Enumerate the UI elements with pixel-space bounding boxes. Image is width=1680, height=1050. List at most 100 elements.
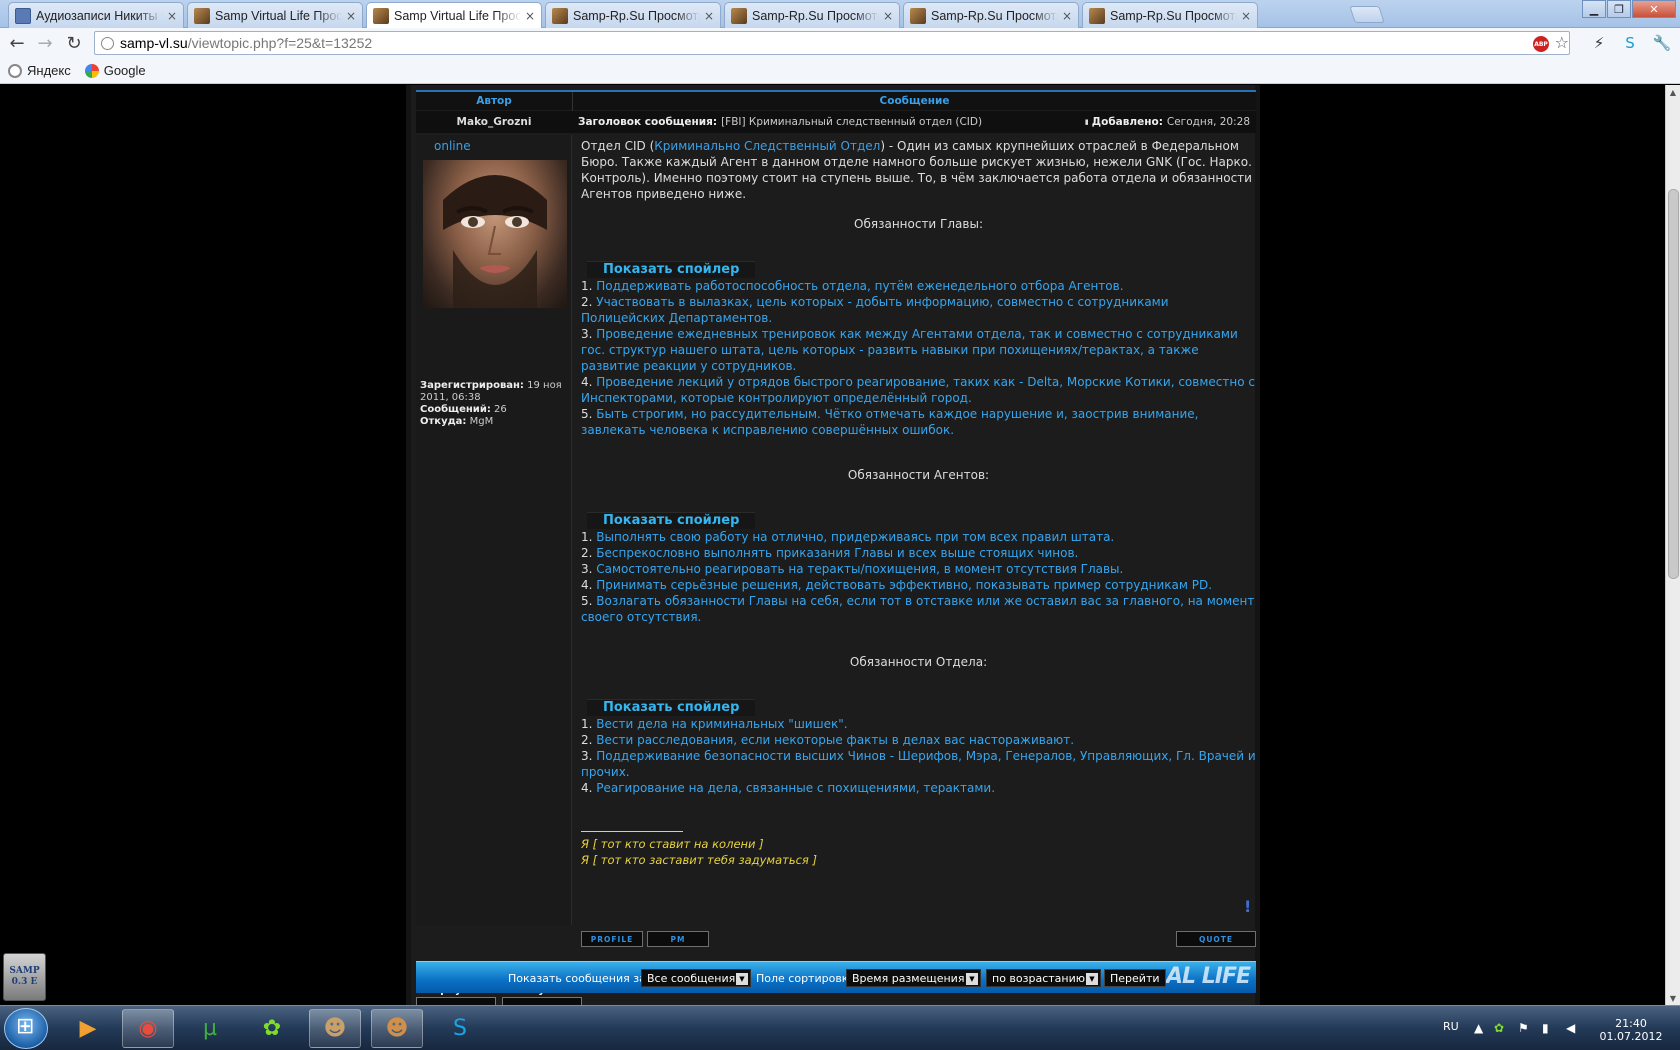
duties-list: 1. Выполнять свою работу на отлично, при… <box>581 529 1256 625</box>
show-messages-select[interactable]: Все сообщения ▼ <box>641 969 751 987</box>
tab-samp-rp-2[interactable]: Samp-Rp.Su Просмотр ф × <box>724 2 900 28</box>
go-button[interactable]: Перейти <box>1104 969 1166 987</box>
chevron-down-icon: ▼ <box>1086 973 1098 985</box>
profile-button[interactable]: PROFILE <box>581 931 643 947</box>
volume-icon[interactable]: ◀ <box>1566 1021 1575 1035</box>
action-center-icon[interactable]: ⚑ <box>1518 1021 1529 1035</box>
icq-icon[interactable]: ✿ <box>246 1009 298 1048</box>
samp-favicon-icon <box>1089 7 1105 24</box>
spoiler-row: Показать спойлер <box>581 512 1256 529</box>
sort-order-select[interactable]: по возрастанию ▼ <box>986 969 1101 987</box>
wrench-menu-icon[interactable]: 🔧 <box>1652 33 1672 53</box>
registered-label: Зарегистрирован: <box>420 380 524 391</box>
bookmark-label: Яндекс <box>27 63 71 78</box>
show-hidden-icons-icon[interactable]: ▲ <box>1474 1021 1483 1035</box>
tab-close-icon[interactable]: × <box>883 9 893 23</box>
bookmark-star-icon[interactable]: ☆ <box>1555 33 1569 52</box>
forward-arrow-icon[interactable]: → <box>34 32 56 54</box>
tab-close-icon[interactable]: × <box>167 9 177 23</box>
post-date: ▮ Добавлено: Сегодня, 20:28 <box>1085 111 1250 133</box>
samp-favicon-icon <box>552 7 568 24</box>
vertical-scrollbar[interactable]: ▲ ▼ <box>1665 85 1680 1005</box>
section-title: Обязанности Отдела: <box>849 655 988 669</box>
column-message: Сообщение <box>879 95 950 107</box>
intro-link[interactable]: Криминально Следственный Отдел <box>654 139 880 153</box>
post-reply-button[interactable] <box>502 997 582 1005</box>
samp-favicon-icon <box>910 7 926 24</box>
close-window-button[interactable]: ✕ <box>1632 0 1676 18</box>
tab-label: Samp-Rp.Su Просмотр ф <box>573 8 700 23</box>
show-spoiler-button[interactable]: Показать спойлер <box>587 512 756 529</box>
list-item: 5. Быть строгим, но рассудительным. Чётк… <box>581 407 1199 437</box>
chrome-icon[interactable]: ◉ <box>122 1009 174 1048</box>
tab-close-icon[interactable]: × <box>1241 9 1251 23</box>
tab-close-icon[interactable]: × <box>1062 9 1072 23</box>
tab-close-icon[interactable]: × <box>704 9 714 23</box>
samp-app-icon[interactable]: ☻ <box>309 1009 361 1048</box>
tab-close-icon[interactable]: × <box>346 9 356 23</box>
gta-app-icon[interactable]: ☻ <box>371 1009 423 1048</box>
post-author[interactable]: Mako_Grozni <box>416 111 572 133</box>
maximize-button[interactable]: ❐ <box>1607 0 1631 18</box>
media-player-icon[interactable]: ▶ <box>62 1009 114 1048</box>
tab-label: Samp-Rp.Su Просмотр ф <box>752 8 879 23</box>
bookmark-yandex[interactable]: Яндекс <box>8 63 71 78</box>
samp-client-badge[interactable]: SAMP 0.3 E <box>3 953 46 1001</box>
quote-button[interactable]: QUOTE <box>1176 931 1256 947</box>
browser-toolbar: ← → ↻ samp-vl.su/viewtopic.php?f=25&t=13… <box>0 28 1680 58</box>
skype-extension-icon[interactable]: S <box>1620 33 1640 53</box>
section-title: Обязанности Главы: <box>854 217 983 231</box>
new-tab-button[interactable] <box>1349 6 1385 23</box>
show-spoiler-button[interactable]: Показать спойлер <box>587 261 756 278</box>
tab-vk-audio[interactable]: Аудиозаписи Никиты Фо × <box>8 2 184 28</box>
post-intro: Отдел CID (Криминально Следственный Отде… <box>581 138 1256 202</box>
forum-inner: Автор Сообщение Mako_Grozni Заголовок со… <box>411 85 1256 1005</box>
list-item-text: Принимать серьёзные решения, действовать… <box>596 578 1213 592</box>
list-item-text: Участвовать в вылазках, цель которых - д… <box>581 295 1169 325</box>
tab-samp-vl-active[interactable]: Samp Virtual Life Просмот × <box>366 2 542 29</box>
tab-samp-rp-3[interactable]: Samp-Rp.Su Просмотр ф × <box>903 2 1079 28</box>
new-topic-button[interactable] <box>416 997 496 1005</box>
bookmark-google[interactable]: Google <box>84 63 146 78</box>
chevron-down-icon: ▼ <box>736 973 748 985</box>
skype-icon[interactable]: S <box>434 1009 486 1048</box>
start-button[interactable] <box>4 1008 48 1049</box>
report-post-icon[interactable]: ! <box>1244 897 1251 916</box>
scrollbar-thumb[interactable] <box>1668 189 1679 579</box>
samp-favicon-icon <box>373 8 389 24</box>
tab-samp-rp-4[interactable]: Samp-Rp.Su Просмотр ф × <box>1082 2 1258 28</box>
list-item: 2. Беспрекословно выполнять приказания Г… <box>581 546 1079 560</box>
pm-button[interactable]: PM <box>647 931 709 947</box>
tab-samp-vl-1[interactable]: Samp Virtual Life Просмот × <box>187 2 363 28</box>
network-icon[interactable]: ▮ <box>1542 1021 1549 1035</box>
back-arrow-icon[interactable]: ← <box>6 32 28 54</box>
select-value: Все сообщения <box>647 971 736 985</box>
url-path: /viewtopic.php?f=25&t=13252 <box>187 35 373 51</box>
address-bar[interactable]: samp-vl.su/viewtopic.php?f=25&t=13252 AB… <box>94 31 1570 55</box>
scroll-up-icon[interactable]: ▲ <box>1666 85 1680 99</box>
list-item-text: Выполнять свою работу на отлично, придер… <box>596 530 1115 544</box>
list-item: 4. Принимать серьёзные решения, действов… <box>581 578 1213 592</box>
globe-icon <box>101 36 114 50</box>
tab-close-icon[interactable]: × <box>525 9 535 23</box>
list-item-text: Самостоятельно реагировать на теракты/по… <box>596 562 1124 576</box>
list-item: 4. Реагирование на дела, связанные с пох… <box>581 781 996 795</box>
scroll-down-icon[interactable]: ▼ <box>1666 991 1680 1005</box>
spoiler-row: Показать спойлер <box>581 699 1256 716</box>
yandex-icon <box>8 63 22 78</box>
bookmark-label: Google <box>103 63 146 78</box>
tab-samp-rp-1[interactable]: Samp-Rp.Su Просмотр ф × <box>545 2 721 28</box>
icq-tray-icon[interactable]: ✿ <box>1494 1021 1504 1035</box>
reload-icon[interactable]: ↻ <box>63 32 85 54</box>
system-clock[interactable]: 21:40 01.07.2012 <box>1596 1017 1666 1043</box>
show-spoiler-button[interactable]: Показать спойлер <box>587 699 756 716</box>
google-icon <box>84 63 99 78</box>
adblock-icon[interactable]: ABP <box>1533 36 1549 52</box>
duties-list: 1. Вести дела на криминальных "шишек". 2… <box>581 716 1256 796</box>
language-indicator[interactable]: RU <box>1443 1020 1459 1033</box>
utorrent-icon[interactable]: µ <box>184 1009 236 1048</box>
sort-field-select[interactable]: Время размещения ▼ <box>846 969 981 987</box>
minimize-button[interactable]: ▁ <box>1582 0 1606 18</box>
samp-favicon-icon <box>194 7 210 24</box>
lightning-extension-icon[interactable]: ⚡ <box>1589 33 1609 53</box>
